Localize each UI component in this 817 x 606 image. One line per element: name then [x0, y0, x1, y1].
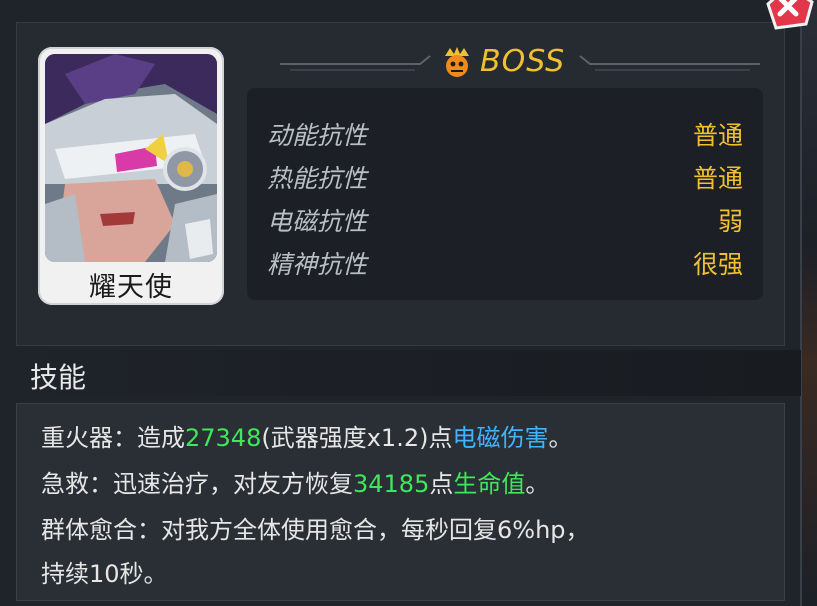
- boss-info-panel: 耀天使 BOSS 动能抗性 普通 热能抗性 普通 电磁抗性 弱 精神抗性 很强 …: [0, 0, 802, 606]
- boss-tier-label: BOSS: [480, 44, 566, 79]
- skill-number: 34185: [353, 470, 430, 498]
- resistance-value: 普通: [692, 121, 743, 150]
- skill-text: 点: [429, 470, 454, 498]
- boss-portrait-card: 耀天使: [38, 47, 224, 305]
- resistance-value: 普通: [692, 164, 743, 193]
- resistance-row: 热能抗性 普通: [267, 159, 743, 199]
- resistance-value: 很强: [692, 250, 743, 279]
- boss-name: 耀天使: [89, 272, 173, 303]
- resistance-table: 动能抗性 普通 热能抗性 普通 电磁抗性 弱 精神抗性 很强: [247, 88, 763, 300]
- resistance-row: 动能抗性 普通: [267, 116, 743, 156]
- skill-line-first-aid: 急救：迅速治疗，对友方恢复34185点生命值。: [41, 464, 549, 499]
- skills-title: 技能: [30, 361, 87, 394]
- resistance-label: 电磁抗性: [267, 207, 368, 236]
- skill-line-heavy-weapon: 重火器：造成27348(武器强度x1.2)点电磁伤害。: [41, 418, 572, 453]
- skill-text: 。: [548, 424, 573, 452]
- skill-line-group-heal-cont: 持续10秒。: [41, 554, 168, 589]
- skill-text: (武器强度x1.2)点: [261, 424, 453, 452]
- resistance-value: 弱: [717, 207, 743, 236]
- boss-portrait-image: [45, 54, 217, 262]
- skill-number: 27348: [185, 424, 262, 452]
- skill-text: 重火器：造成: [41, 424, 185, 452]
- background-edge: [800, 0, 817, 606]
- resistance-row: 精神抗性 很强: [267, 245, 743, 285]
- skill-damage-type: 电磁伤害: [452, 424, 549, 452]
- skills-header-bar: [16, 350, 801, 396]
- close-button[interactable]: [762, 0, 814, 32]
- resistance-label: 精神抗性: [267, 250, 368, 279]
- skill-text: 群体愈合：对我方全体使用愈合，每秒回复6%hp，: [41, 516, 590, 544]
- skill-line-group-heal: 群体愈合：对我方全体使用愈合，每秒回复6%hp，: [41, 510, 590, 545]
- skill-text: 急救：迅速治疗，对友方恢复: [41, 470, 353, 498]
- skills-description-box: 重火器：造成27348(武器强度x1.2)点电磁伤害。 急救：迅速治疗，对友方恢…: [16, 403, 785, 601]
- resistance-label: 动能抗性: [267, 121, 368, 150]
- resistance-label: 热能抗性: [267, 164, 368, 193]
- resistance-row: 电磁抗性 弱: [267, 202, 743, 242]
- boss-crown-icon: [445, 47, 469, 77]
- boss-tier-header: BOSS: [280, 42, 760, 86]
- skill-stat: 生命值: [453, 470, 526, 498]
- skill-text: 。: [525, 470, 550, 498]
- skill-text: 持续10秒。: [41, 560, 168, 588]
